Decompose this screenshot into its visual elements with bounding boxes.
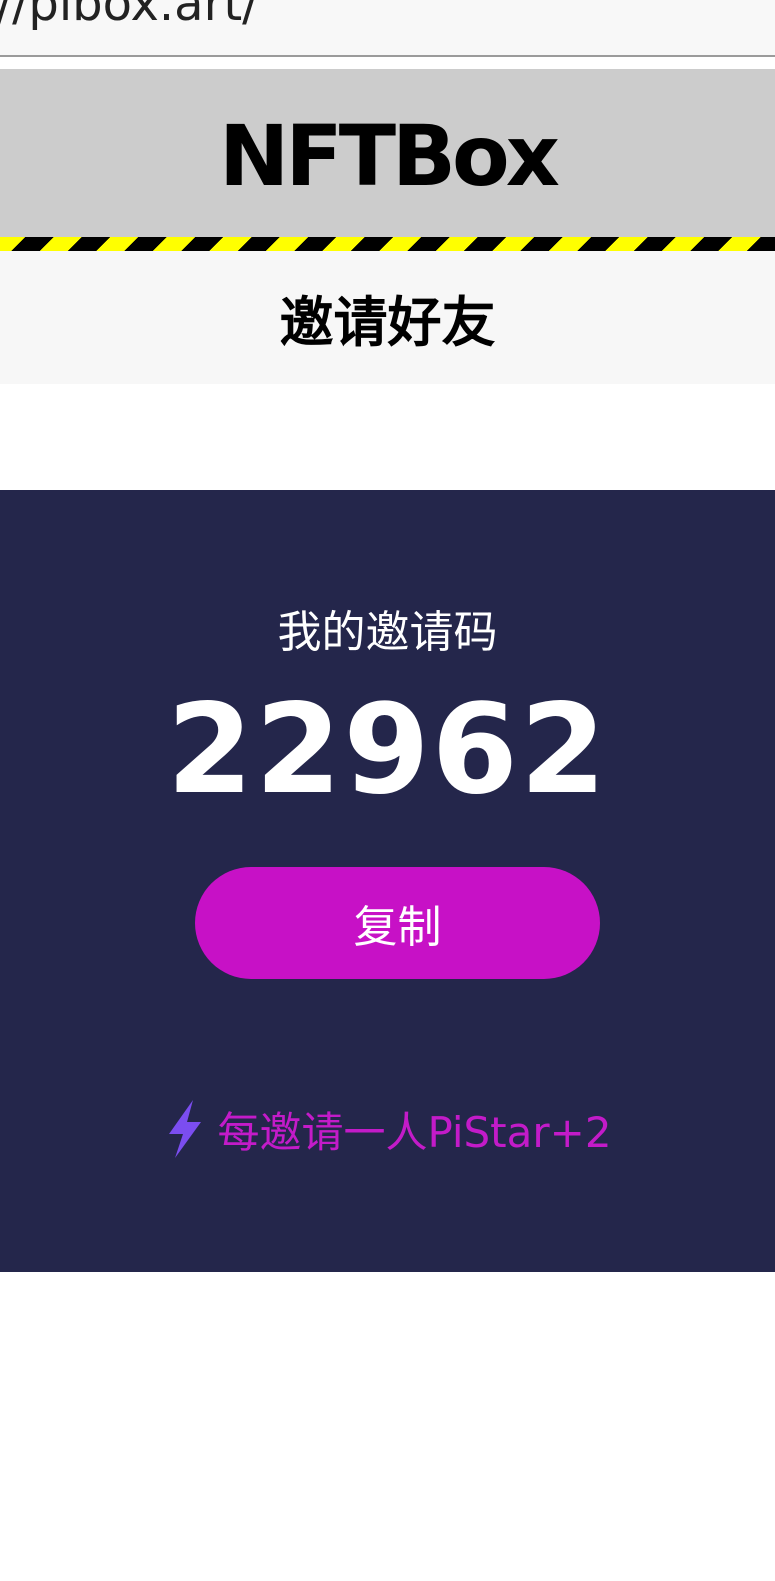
address-bar[interactable]: //pibox.art/ (0, 0, 775, 57)
page-header: 邀请好友 (0, 251, 775, 384)
brand-logo-text: NFTBox (219, 107, 560, 205)
invite-code-label: 我的邀请码 (277, 607, 498, 658)
page-title: 邀请好友 (279, 291, 496, 354)
hazard-stripe-divider (0, 237, 775, 251)
invite-code-panel: 我的邀请码 22962 复制 每邀请一人PiStar+2 (0, 490, 775, 1272)
copy-button[interactable]: 复制 (195, 867, 600, 979)
reward-info: 每邀请一人PiStar+2 (0, 1098, 775, 1160)
invite-code-value: 22962 (166, 678, 609, 822)
copy-button-label: 复制 (353, 902, 442, 953)
reward-text: 每邀请一人PiStar+2 (217, 1107, 612, 1157)
lightning-bolt-icon (163, 1098, 207, 1160)
brand-header: NFTBox (0, 69, 775, 237)
url-text[interactable]: //pibox.art/ (0, 0, 258, 32)
